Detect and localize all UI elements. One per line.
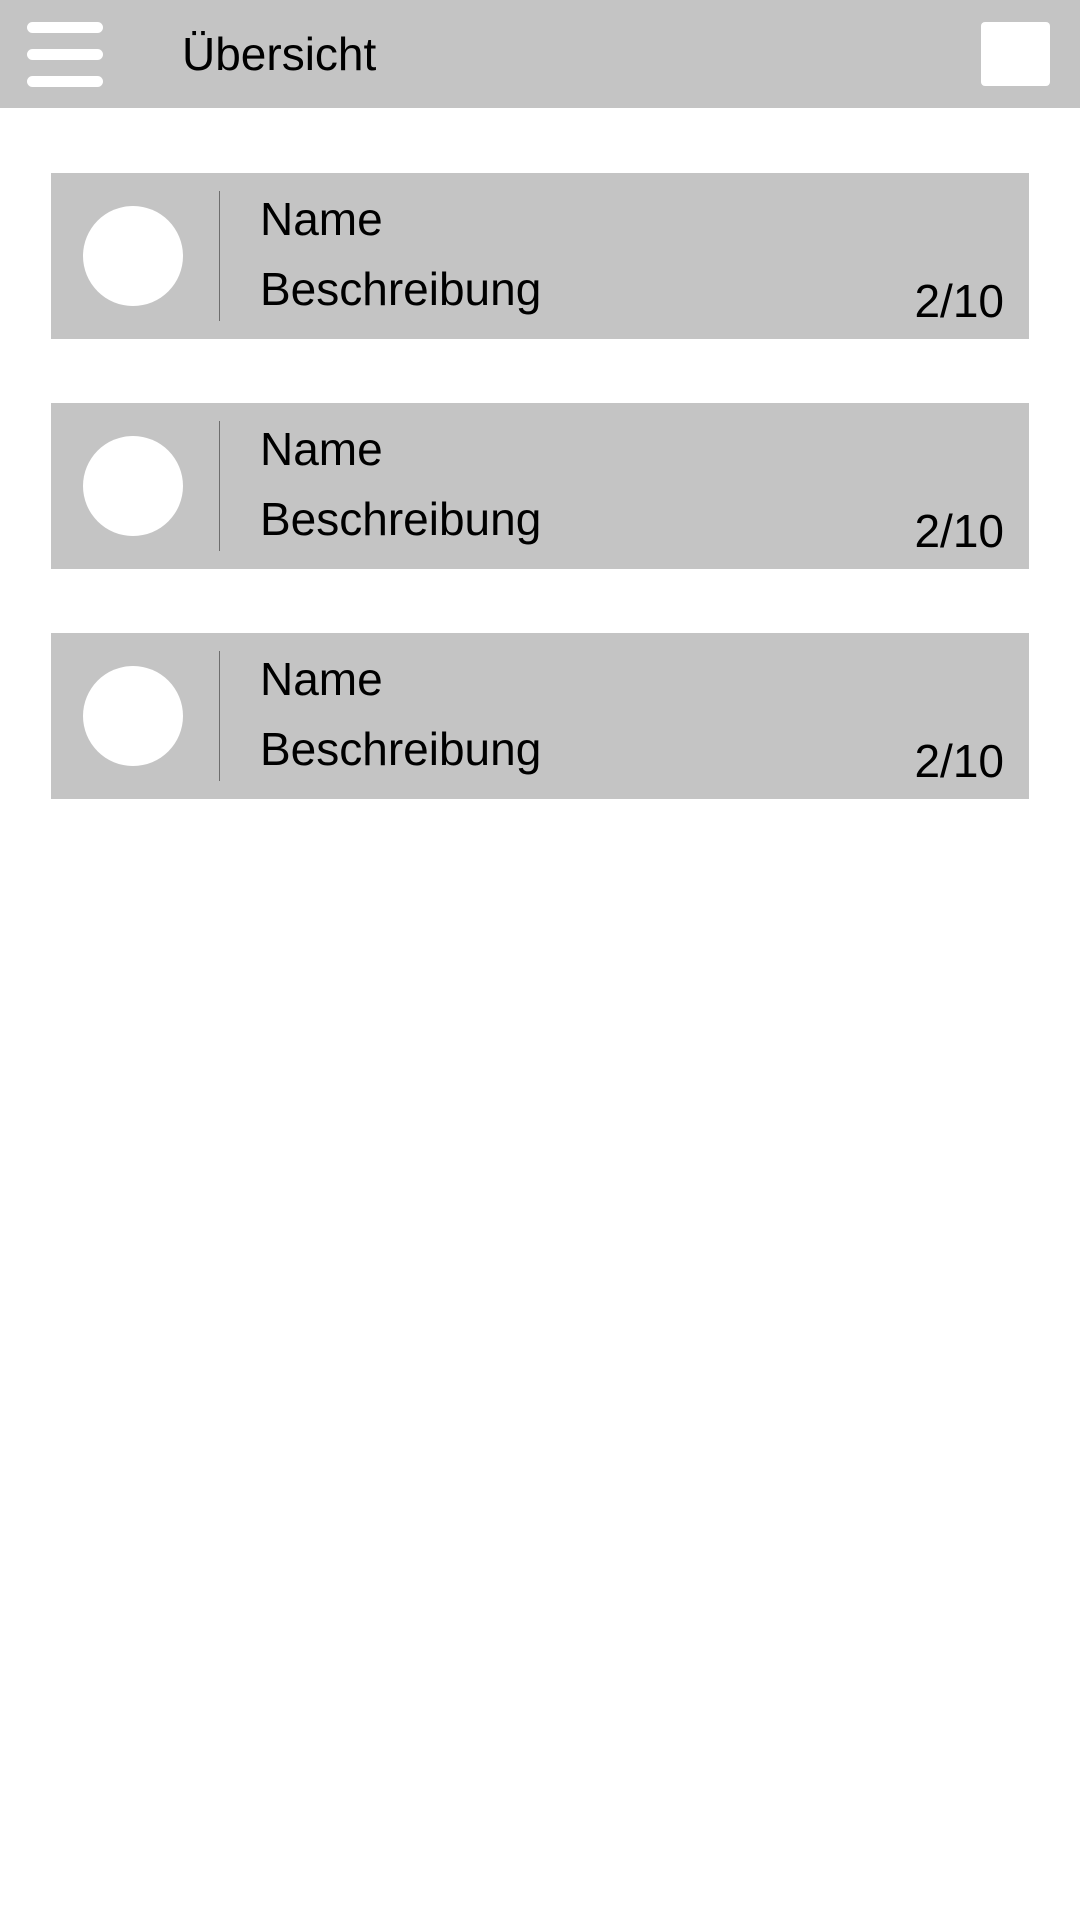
list-item[interactable]: Name Beschreibung 2/10 [51,403,1029,569]
list-item[interactable]: Name Beschreibung 2/10 [51,173,1029,339]
item-list: Name Beschreibung 2/10 Name Beschreibung… [51,173,1029,863]
item-count: 2/10 [914,505,1004,557]
divider [219,421,220,551]
item-description: Beschreibung [260,263,542,315]
action-button[interactable] [981,22,1050,86]
item-description: Beschreibung [260,723,542,775]
page-title: Übersicht [182,28,377,80]
divider [219,651,220,781]
item-count: 2/10 [914,735,1004,787]
app-bar: Übersicht [0,0,1080,108]
item-count: 2/10 [914,275,1004,327]
item-name: Name [260,423,383,475]
divider [219,191,220,321]
avatar [83,666,183,766]
hamburger-menu-icon[interactable] [27,22,103,88]
list-item[interactable]: Name Beschreibung 2/10 [51,633,1029,799]
item-name: Name [260,193,383,245]
avatar [83,436,183,536]
item-description: Beschreibung [260,493,542,545]
menu-line [27,49,103,60]
item-name: Name [260,653,383,705]
menu-line [27,76,103,87]
avatar [83,206,183,306]
menu-line [27,22,103,33]
